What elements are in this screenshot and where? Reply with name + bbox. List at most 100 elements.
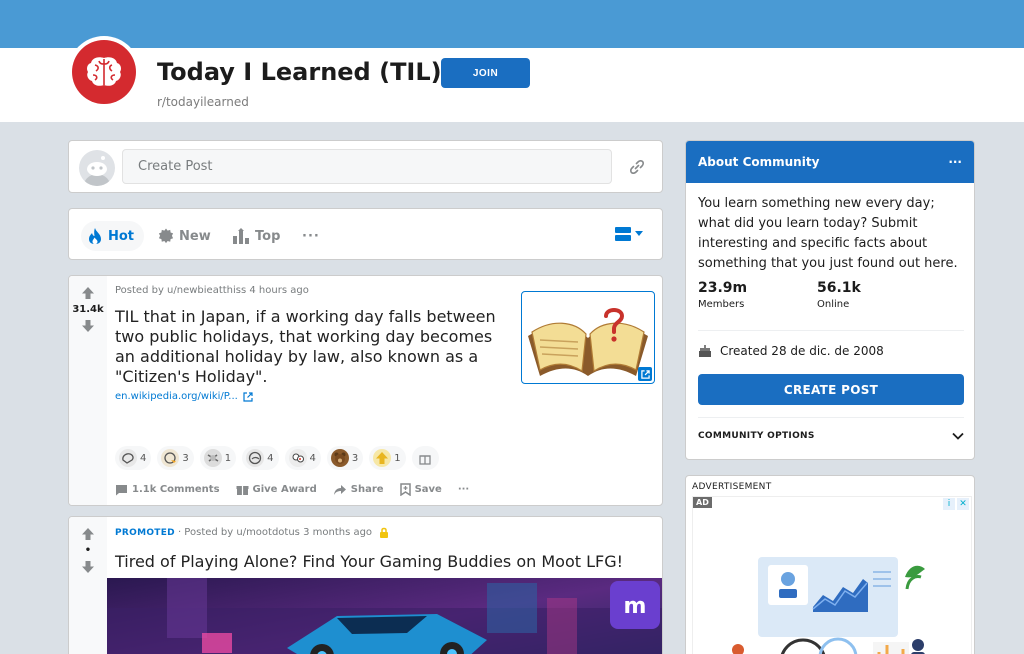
card-view-icon xyxy=(615,227,631,241)
save-button[interactable]: Save xyxy=(399,483,442,496)
subreddit-avatar[interactable] xyxy=(68,36,140,108)
award-count: 4 xyxy=(309,452,316,464)
vote-column: 31.4k xyxy=(69,276,107,505)
share-icon xyxy=(333,484,346,495)
share-button[interactable]: Share xyxy=(333,484,384,496)
create-post-input[interactable]: Create Post xyxy=(122,149,612,184)
sort-top-button[interactable]: Top xyxy=(232,221,280,251)
promoted-meta: PROMOTED · Posted by u/mootdotus 3 month… xyxy=(115,527,389,538)
external-link-icon xyxy=(243,391,253,402)
comment-icon xyxy=(116,484,127,495)
award-badge[interactable]: 4 xyxy=(284,446,321,470)
members-stat: 23.9m Members xyxy=(698,280,747,310)
ad-tag: AD xyxy=(693,497,712,508)
award-count: 1 xyxy=(224,452,232,464)
chevron-down-icon xyxy=(952,432,964,440)
divider xyxy=(698,330,964,331)
promoted-image[interactable]: m xyxy=(107,578,662,654)
subreddit-banner xyxy=(0,0,1024,48)
ad-info-icon[interactable]: i xyxy=(943,498,955,510)
community-options-toggle[interactable]: COMMUNITY OPTIONS xyxy=(698,431,964,441)
ad-controls: i ✕ xyxy=(943,498,969,510)
award-badge[interactable]: 1 xyxy=(369,446,406,470)
top-chart-icon xyxy=(233,228,249,244)
cake-icon xyxy=(699,345,711,357)
ad-close-icon[interactable]: ✕ xyxy=(957,498,969,510)
award-count: 3 xyxy=(351,452,359,464)
upvote-icon[interactable] xyxy=(81,527,95,541)
sort-new-label: New xyxy=(179,228,211,244)
about-community-card: About Community ··· You learn something … xyxy=(685,140,975,460)
sort-bar: Hot New Top ··· xyxy=(68,208,663,260)
more-options-button[interactable]: ··· xyxy=(458,484,469,495)
subreddit-name: r/todayilearned xyxy=(157,95,249,109)
advertisement-card: ADVERTISEMENT AD i ✕ xyxy=(685,475,975,654)
wholesome-award-icon xyxy=(161,449,180,467)
view-toggle-button[interactable] xyxy=(615,227,643,241)
link-icon[interactable] xyxy=(625,155,649,179)
bear-award-icon xyxy=(330,449,349,467)
comments-button[interactable]: 1.1k Comments xyxy=(115,484,220,496)
give-award-button[interactable]: Give Award xyxy=(236,483,317,496)
awards-row: 4 3 1 4 4 3 1 xyxy=(115,446,439,470)
award-badge[interactable]: 3 xyxy=(326,446,364,470)
user-avatar[interactable] xyxy=(79,150,115,186)
sort-hot-button[interactable]: Hot xyxy=(81,221,145,251)
divider xyxy=(698,417,964,418)
promoted-author[interactable]: · Posted by u/mootdotus 3 months ago xyxy=(178,527,372,538)
snoo-avatar-icon xyxy=(83,156,111,186)
gold-award-icon xyxy=(373,449,392,467)
award-badge[interactable]: 3 xyxy=(157,446,194,470)
hugz-award-icon xyxy=(246,449,265,467)
downvote-icon[interactable] xyxy=(81,319,95,333)
share-label: Share xyxy=(350,484,384,495)
create-post-card: Create Post xyxy=(68,140,663,193)
award-badge[interactable]: 4 xyxy=(115,446,152,470)
sort-hot-label: Hot xyxy=(108,228,135,244)
post-title[interactable]: TIL that in Japan, if a working day fall… xyxy=(115,307,507,387)
comments-label: 1.1k Comments xyxy=(132,484,220,495)
new-badge-icon xyxy=(158,228,174,244)
give-award-label: Give Award xyxy=(252,484,317,495)
helpful-award-icon xyxy=(119,449,137,467)
lock-icon xyxy=(380,527,389,538)
about-more-button[interactable]: ··· xyxy=(948,155,962,169)
post-link[interactable]: en.wikipedia.org/wiki/P... xyxy=(115,391,253,402)
flame-icon xyxy=(89,228,101,244)
sort-more-button[interactable]: ··· xyxy=(302,221,320,251)
award-badge[interactable] xyxy=(411,446,439,470)
online-count: 56.1k xyxy=(817,280,861,296)
create-post-button[interactable]: CREATE POST xyxy=(698,374,964,405)
post-link-text[interactable]: en.wikipedia.org/wiki/P... xyxy=(115,391,238,402)
members-label: Members xyxy=(698,299,745,310)
advertisement-label: ADVERTISEMENT xyxy=(692,482,772,492)
vote-column: • xyxy=(69,517,107,654)
bookmark-icon xyxy=(399,483,411,496)
silver-award-icon xyxy=(203,449,222,467)
online-label: Online xyxy=(817,299,850,310)
award-badge[interactable]: 1 xyxy=(199,446,237,470)
ad-frame[interactable]: AD i ✕ xyxy=(692,496,972,654)
downvote-icon[interactable] xyxy=(81,560,95,574)
award-count: 4 xyxy=(267,452,274,464)
award-count: 3 xyxy=(182,452,189,464)
promoted-post-card[interactable]: • PROMOTED · Posted by u/mootdotus 3 mon… xyxy=(68,516,663,654)
post-card[interactable]: 31.4k Posted by u/newbieatthiss 4 hours … xyxy=(68,275,663,506)
post-meta[interactable]: Posted by u/newbieatthiss 4 hours ago xyxy=(115,285,309,296)
faces-award-icon xyxy=(288,449,307,467)
community-description: You learn something new every day; what … xyxy=(698,196,958,271)
award-badge[interactable]: 4 xyxy=(242,446,279,470)
sort-new-button[interactable]: New xyxy=(158,221,211,251)
about-community-title: About Community xyxy=(698,155,820,169)
svg-text:m: m xyxy=(624,594,647,619)
promoted-title[interactable]: Tired of Playing Alone? Find Your Gaming… xyxy=(115,552,623,571)
upvote-icon[interactable] xyxy=(81,286,95,300)
members-count: 23.9m xyxy=(698,280,748,296)
gift-award-icon xyxy=(416,449,434,467)
award-count: 4 xyxy=(140,452,147,464)
community-options-label: COMMUNITY OPTIONS xyxy=(698,431,815,441)
post-thumbnail[interactable] xyxy=(521,291,655,384)
join-button[interactable]: JOIN xyxy=(441,58,530,88)
promoted-tag: PROMOTED xyxy=(115,527,175,538)
award-count: 1 xyxy=(394,452,401,464)
